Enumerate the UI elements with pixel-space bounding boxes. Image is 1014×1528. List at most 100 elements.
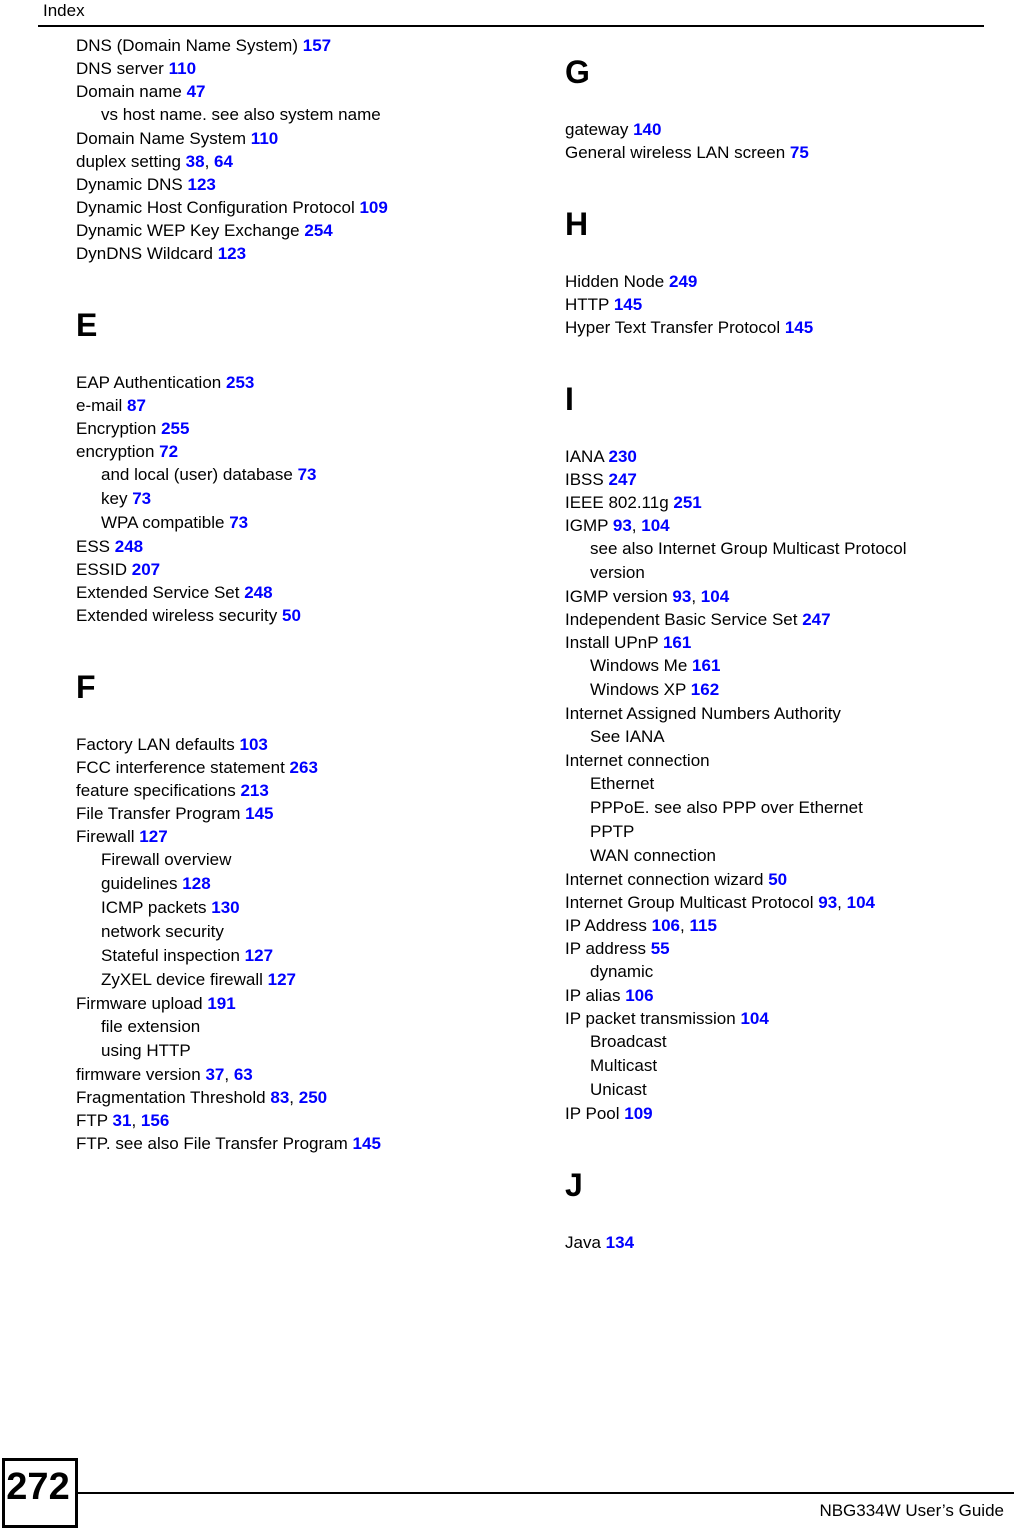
page-reference-link[interactable]: 145	[785, 318, 813, 337]
index-entry-label: Ethernet	[590, 774, 655, 793]
index-entry-label: IBSS	[565, 470, 604, 489]
index-entry: DNS (Domain Name System) 157	[76, 34, 526, 57]
index-entry: Dynamic DNS 123	[76, 173, 526, 196]
page-reference-link[interactable]: 127	[245, 946, 273, 965]
page-reference-link[interactable]: 64	[214, 152, 233, 171]
page-reference-link[interactable]: 37	[205, 1065, 224, 1084]
page-reference-link[interactable]: 104	[847, 893, 875, 912]
page-reference-link[interactable]: 191	[207, 994, 235, 1013]
index-entry: Java 134	[565, 1231, 1014, 1254]
page-reference-link[interactable]: 106	[625, 986, 653, 1005]
index-entry-label: guidelines	[101, 874, 178, 893]
page-reference-link[interactable]: 250	[299, 1088, 327, 1107]
page-reference-link[interactable]: 38	[186, 152, 205, 171]
page-reference-link[interactable]: 106	[652, 916, 680, 935]
page-reference-link[interactable]: 104	[701, 587, 729, 606]
page-reference-link[interactable]: 127	[268, 970, 296, 989]
index-entry-label: Internet connection	[565, 751, 710, 770]
index-entry-label: using HTTP	[101, 1041, 191, 1060]
page-reference-link[interactable]: 145	[614, 295, 642, 314]
page-reference-link[interactable]: 73	[298, 465, 317, 484]
page-ref-separator: ,	[224, 1065, 234, 1084]
page-reference-link[interactable]: 55	[651, 939, 670, 958]
page-reference-link[interactable]: 47	[187, 82, 206, 101]
page-reference-link[interactable]: 31	[113, 1111, 132, 1130]
page-reference-link[interactable]: 87	[127, 396, 146, 415]
page-reference-link[interactable]: 123	[187, 175, 215, 194]
page-reference-link[interactable]: 254	[304, 221, 332, 240]
index-column-left: DNS (Domain Name System) 157 DNS server 1…	[76, 34, 526, 1155]
page-reference-link[interactable]: 230	[608, 447, 636, 466]
page-reference-link[interactable]: 128	[182, 874, 210, 893]
page-reference-link[interactable]: 127	[139, 827, 167, 846]
page-reference-link[interactable]: 109	[359, 198, 387, 217]
index-entry-label: Dynamic WEP Key Exchange	[76, 221, 300, 240]
page-reference-link[interactable]: 207	[132, 560, 160, 579]
page-reference-link[interactable]: 162	[691, 680, 719, 699]
page-reference-link[interactable]: 248	[115, 537, 143, 556]
page-reference-link[interactable]: 115	[689, 916, 716, 935]
page-reference-link[interactable]: 109	[624, 1104, 652, 1123]
index-entry-label: feature specifications	[76, 781, 236, 800]
page-reference-link[interactable]: 156	[141, 1111, 169, 1130]
page-reference-link[interactable]: 247	[802, 610, 830, 629]
page-reference-link[interactable]: 248	[244, 583, 272, 602]
page-reference-link[interactable]: 134	[606, 1233, 634, 1252]
index-entry: File Transfer Program 145	[76, 802, 526, 825]
index-subentry: Multicast	[565, 1054, 1014, 1078]
page-reference-link[interactable]: 123	[218, 244, 246, 263]
index-entry-label: IGMP version	[565, 587, 668, 606]
page-reference-link[interactable]: 104	[740, 1009, 768, 1028]
index-entry-label: FTP. see also File Transfer Program	[76, 1134, 348, 1153]
page-reference-link[interactable]: 73	[132, 489, 151, 508]
page-reference-link[interactable]: 251	[673, 493, 701, 512]
page-number: 272	[6, 1466, 70, 1508]
page-reference-link[interactable]: 104	[641, 516, 669, 535]
index-entry-label: encryption	[76, 442, 155, 461]
index-entry: ESSID 207	[76, 558, 526, 581]
index-entry-label: FTP	[76, 1111, 108, 1130]
index-entry: Hidden Node 249	[565, 270, 1014, 293]
page-reference-link[interactable]: 145	[353, 1134, 381, 1153]
index-entry: Encryption 255	[76, 417, 526, 440]
index-entry: HTTP 145	[565, 293, 1014, 316]
page-reference-link[interactable]: 249	[669, 272, 697, 291]
page-reference-link[interactable]: 103	[239, 735, 267, 754]
page-ref-separator: ,	[691, 587, 701, 606]
page-reference-link[interactable]: 63	[234, 1065, 253, 1084]
index-entry-label: Install UPnP	[565, 633, 659, 652]
page-reference-link[interactable]: 255	[161, 419, 189, 438]
page-reference-link[interactable]: 83	[270, 1088, 289, 1107]
index-entry-label: firmware version	[76, 1065, 201, 1084]
page-reference-link[interactable]: 50	[768, 870, 787, 889]
page-reference-link[interactable]: 93	[672, 587, 691, 606]
page-reference-link[interactable]: 50	[282, 606, 301, 625]
index-entry: Extended Service Set 248	[76, 581, 526, 604]
page-reference-link[interactable]: 161	[692, 656, 720, 675]
index-subentry: vs host name. see also system name	[76, 103, 526, 127]
page-reference-link[interactable]: 93	[818, 893, 837, 912]
index-entry: FCC interference statement 263	[76, 756, 526, 779]
page-reference-link[interactable]: 140	[633, 120, 661, 139]
page-reference-link[interactable]: 145	[245, 804, 273, 823]
page-reference-link[interactable]: 93	[613, 516, 632, 535]
page-reference-link[interactable]: 247	[608, 470, 636, 489]
index-subentry: version	[565, 561, 1014, 585]
page-reference-link[interactable]: 73	[229, 513, 248, 532]
page-reference-link[interactable]: 253	[226, 373, 254, 392]
page-reference-link[interactable]: 110	[169, 59, 196, 78]
index-entry: gateway 140	[565, 118, 1014, 141]
page-reference-link[interactable]: 213	[240, 781, 268, 800]
header-divider	[38, 25, 984, 27]
page-reference-link[interactable]: 75	[790, 143, 809, 162]
page-reference-link[interactable]: 157	[303, 36, 331, 55]
page-reference-link[interactable]: 110	[251, 129, 278, 148]
page-reference-link[interactable]: 72	[159, 442, 178, 461]
page-reference-link[interactable]: 161	[663, 633, 691, 652]
page-reference-link[interactable]: 263	[290, 758, 318, 777]
page-reference-link[interactable]: 130	[211, 898, 239, 917]
index-entry: Dynamic WEP Key Exchange 254	[76, 219, 526, 242]
